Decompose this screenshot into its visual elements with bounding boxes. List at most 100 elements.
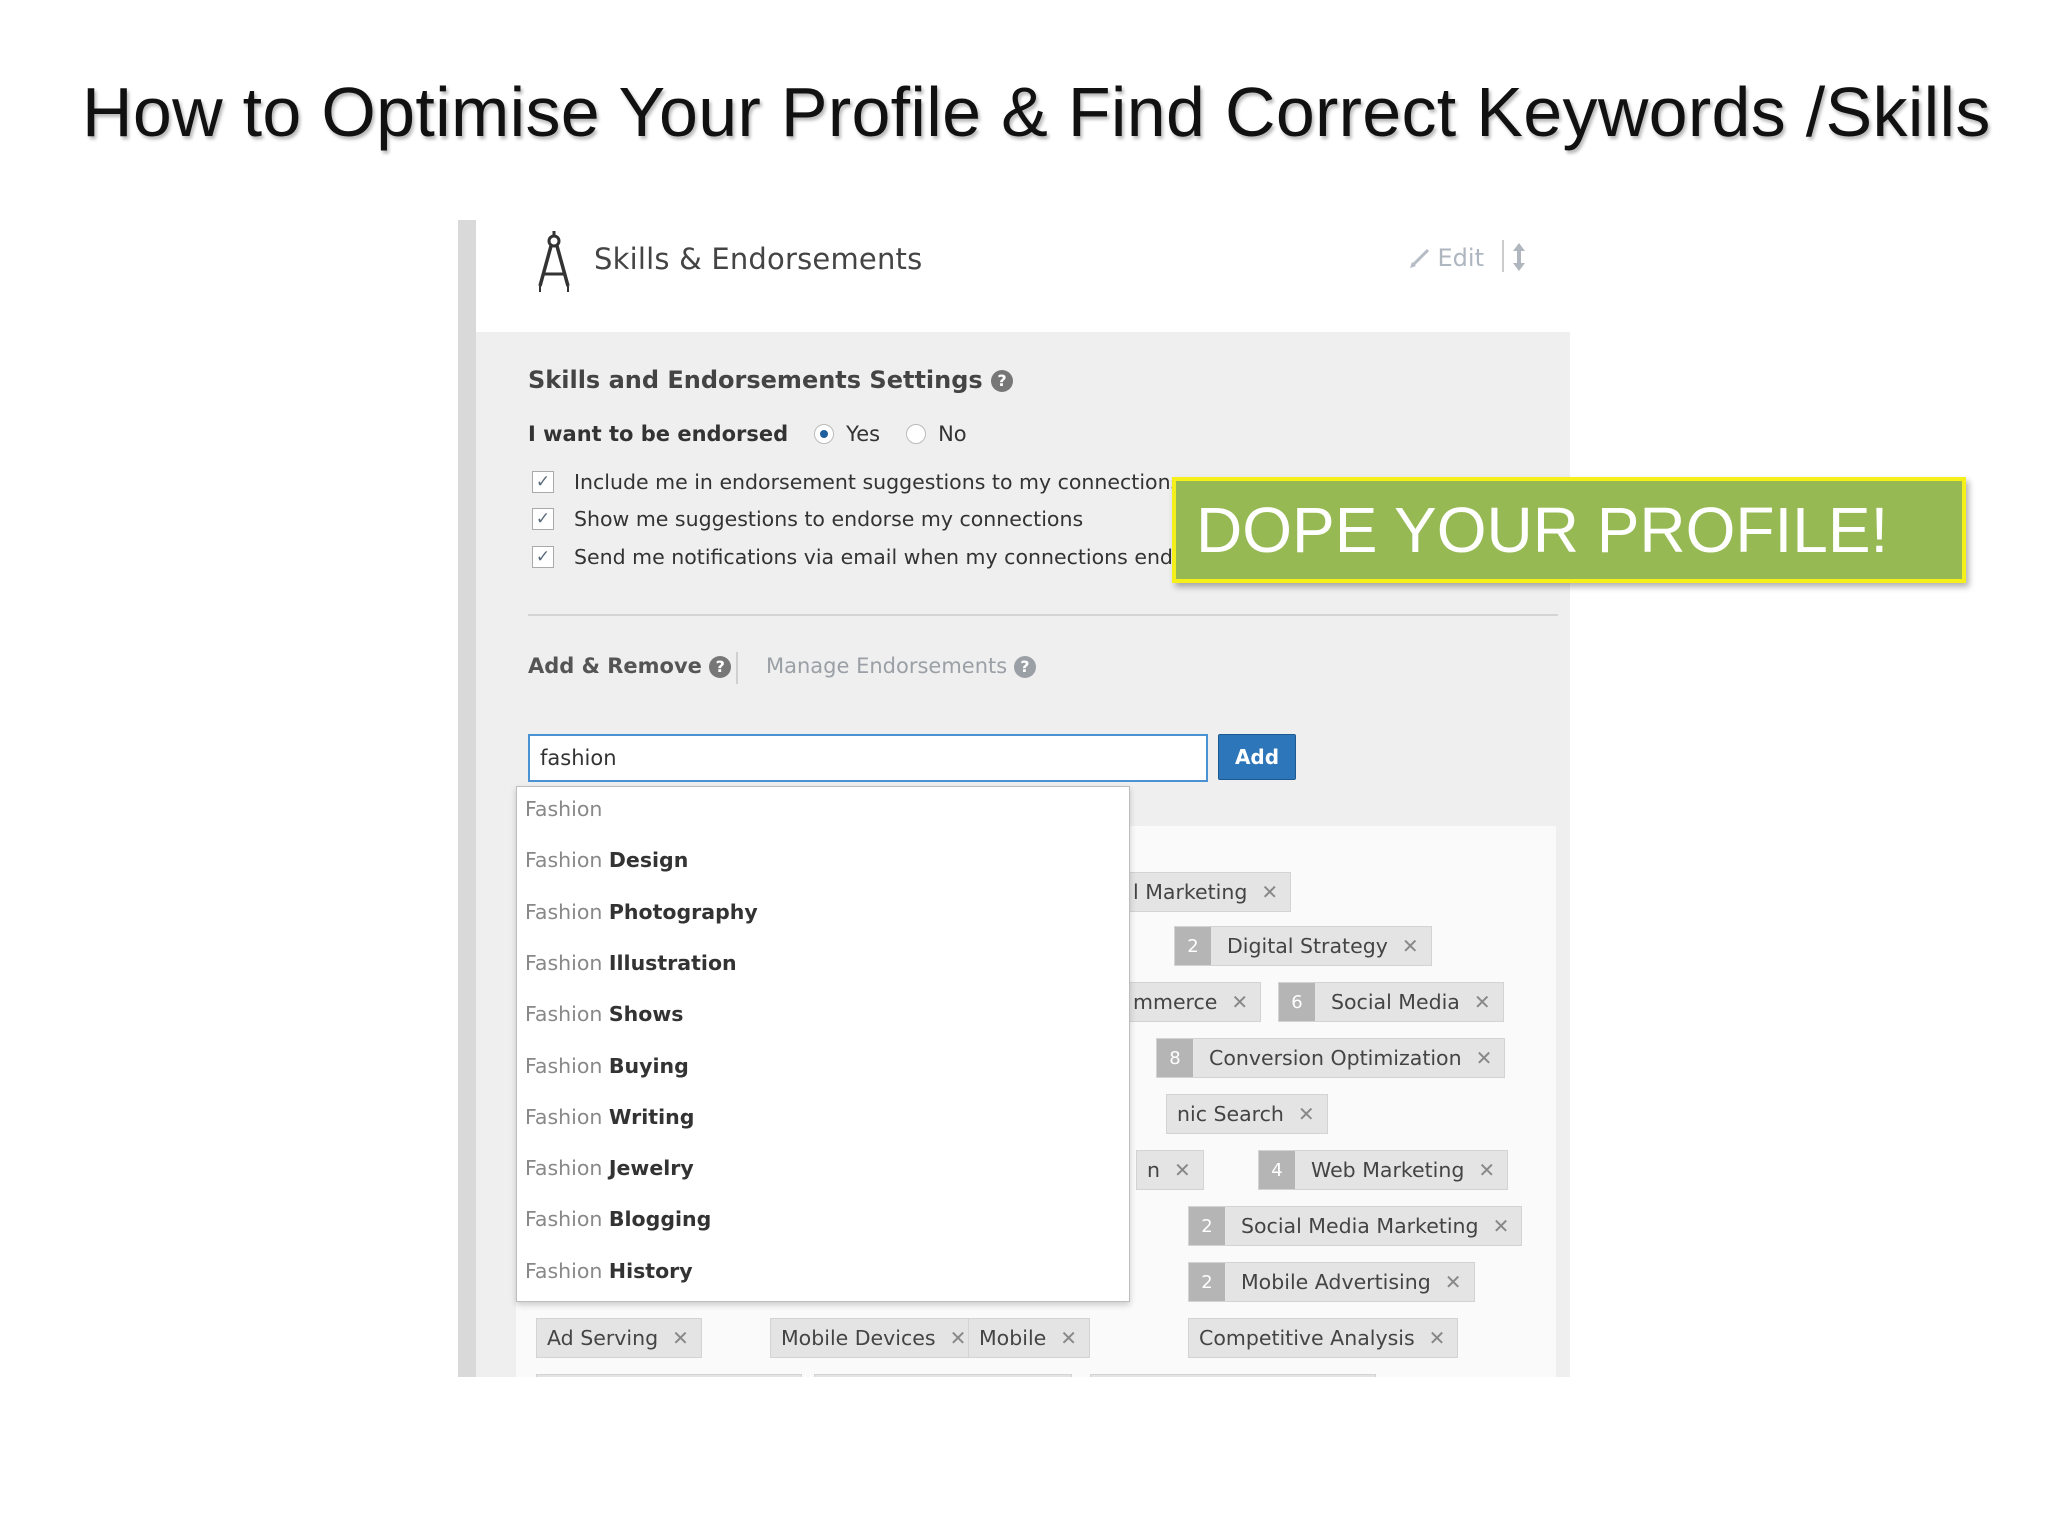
remove-icon[interactable]: ✕: [1429, 1326, 1446, 1350]
skill-name: Conversion Optimization: [1209, 1046, 1462, 1070]
suggestion-prefix: Fashion: [525, 1207, 609, 1232]
suggestion-item[interactable]: Fashion Blogging: [525, 1207, 711, 1231]
suggestion-prefix: Fashion: [525, 797, 603, 821]
endorsement-count: 4: [1259, 1151, 1295, 1189]
suggestion-item[interactable]: Fashion Illustration: [525, 951, 737, 975]
remove-icon[interactable]: ✕: [1493, 1214, 1510, 1238]
endorsement-count: 6: [1279, 983, 1315, 1021]
remove-icon[interactable]: ✕: [1445, 1270, 1462, 1294]
suggestion-suffix: Shows: [608, 1002, 684, 1027]
skill-name: Mobile Devices: [781, 1326, 936, 1350]
suggestion-suffix: Buying: [608, 1053, 689, 1078]
remove-icon[interactable]: ✕: [1060, 1326, 1077, 1350]
add-skill-button[interactable]: Add: [1218, 734, 1296, 780]
remove-icon[interactable]: ✕: [1476, 1046, 1493, 1070]
skill-name: Web Marketing: [1311, 1158, 1465, 1182]
endorsement-count: 2: [1175, 927, 1211, 965]
skill-pill[interactable]: n ✕: [1136, 1150, 1204, 1190]
no-radio[interactable]: [906, 424, 927, 444]
skill-pill[interactable]: Targeted Advertising✕: [536, 1374, 803, 1377]
suggestion-prefix: Fashion: [525, 848, 609, 873]
skill-pill[interactable]: 6 Social Media ✕: [1278, 982, 1504, 1022]
suggestion-item[interactable]: Fashion: [525, 797, 602, 821]
skill-pill[interactable]: Competitive Analysis ✕: [1188, 1318, 1459, 1358]
yes-label: Yes: [846, 422, 881, 446]
skill-pill[interactable]: Ad Serving ✕: [536, 1318, 702, 1358]
skill-pill[interactable]: 4 Web Marketing ✕: [1258, 1150, 1509, 1190]
suggestion-item[interactable]: Fashion Writing: [525, 1105, 694, 1129]
skill-pill[interactable]: mmerce ✕: [1122, 982, 1262, 1022]
slide-title: How to Optimise Your Profile & Find Corr…: [82, 73, 1991, 151]
header-divider: [1502, 240, 1504, 272]
skill-name: n: [1147, 1158, 1160, 1182]
skill-pill[interactable]: Mobile Devices ✕: [770, 1318, 980, 1358]
skill-pill[interactable]: nic Search ✕: [1166, 1094, 1328, 1134]
suggestion-suffix: Design: [608, 848, 689, 873]
skill-pill[interactable]: Demand Side Platform✕: [1090, 1374, 1376, 1377]
suggestion-item[interactable]: Fashion Shows: [525, 1002, 684, 1026]
checkbox-row: ✓ Send me notifications via email when m…: [532, 545, 1205, 569]
remove-icon[interactable]: ✕: [1231, 990, 1248, 1014]
skill-pill[interactable]: Performance Tuning✕: [814, 1374, 1073, 1377]
suggestion-item[interactable]: Fashion Jewelry: [525, 1156, 694, 1180]
settings-title-text: Skills and Endorsements Settings: [528, 366, 983, 394]
skill-search-input[interactable]: [528, 734, 1208, 782]
skill-pill[interactable]: 2 Digital Strategy ✕: [1174, 926, 1432, 966]
skill-name: Social Media: [1331, 990, 1460, 1014]
tab-divider: [736, 652, 738, 684]
remove-icon[interactable]: ✕: [1478, 1158, 1495, 1182]
yes-radio[interactable]: [814, 424, 835, 444]
tab-add-remove-label: Add & Remove: [528, 654, 702, 678]
remove-icon[interactable]: ✕: [1174, 1158, 1191, 1182]
autocomplete-dropdown: Fashion Fashion Design Fashion Photography…: [516, 786, 1130, 1302]
show-suggestions-checkbox[interactable]: ✓: [532, 508, 554, 530]
remove-icon[interactable]: ✕: [1474, 990, 1491, 1014]
settings-title: Skills and Endorsements Settings ?: [528, 366, 1014, 394]
tab-add-remove[interactable]: Add & Remove ?: [528, 654, 732, 678]
remove-icon[interactable]: ✕: [950, 1326, 967, 1350]
suggestion-suffix: Illustration: [608, 950, 737, 975]
endorse-label: I want to be endorsed: [528, 422, 789, 446]
help-icon[interactable]: ?: [1013, 656, 1036, 678]
edit-link[interactable]: Edit: [1408, 244, 1484, 272]
tab-manage-label: Manage Endorsements: [766, 654, 1008, 678]
remove-icon[interactable]: ✕: [1261, 880, 1278, 904]
remove-icon[interactable]: ✕: [1402, 934, 1419, 958]
section-divider: [528, 614, 1558, 616]
suggestion-item[interactable]: Fashion Design: [525, 848, 688, 872]
help-icon[interactable]: ?: [709, 656, 732, 678]
suggestion-suffix: Jewelry: [608, 1156, 694, 1181]
remove-icon[interactable]: ✕: [1298, 1102, 1315, 1126]
endorsement-count: 8: [1157, 1039, 1193, 1077]
skill-pill[interactable]: l Marketing ✕: [1122, 872, 1292, 912]
remove-icon[interactable]: ✕: [672, 1326, 689, 1350]
email-notifications-checkbox[interactable]: ✓: [532, 546, 554, 568]
endorsement-count: 2: [1189, 1263, 1225, 1301]
suggestion-suffix: Blogging: [608, 1207, 712, 1232]
include-suggestions-checkbox[interactable]: ✓: [532, 471, 554, 493]
help-icon[interactable]: ?: [991, 370, 1014, 392]
skill-name: Ad Serving: [547, 1326, 659, 1350]
skill-pill[interactable]: Mobile ✕: [968, 1318, 1091, 1358]
suggestion-item[interactable]: Fashion Photography: [525, 900, 758, 924]
suggestion-prefix: Fashion: [525, 1053, 609, 1078]
suggestion-suffix: Writing: [608, 1104, 695, 1129]
tab-manage-endorsements[interactable]: Manage Endorsements ?: [766, 654, 1036, 678]
panel-title: Skills & Endorsements: [594, 242, 923, 276]
suggestion-suffix: History: [608, 1258, 693, 1283]
skill-pill[interactable]: 8 Conversion Optimization ✕: [1156, 1038, 1506, 1078]
suggestion-prefix: Fashion: [525, 1104, 609, 1129]
compass-icon: [538, 231, 570, 292]
skill-name: Mobile Advertising: [1241, 1270, 1431, 1294]
skill-name: Competitive Analysis: [1199, 1326, 1415, 1350]
suggestion-item[interactable]: Fashion History: [525, 1259, 693, 1283]
skill-name: Digital Strategy: [1227, 934, 1388, 958]
checkbox-label: Show me suggestions to endorse my connec…: [574, 507, 1084, 531]
reorder-handle-icon[interactable]: [1512, 242, 1526, 272]
skill-pill[interactable]: 2 Mobile Advertising ✕: [1188, 1262, 1475, 1302]
checkbox-label: Include me in endorsement suggestions to…: [574, 470, 1182, 494]
suggestion-item[interactable]: Fashion Buying: [525, 1054, 689, 1078]
skill-pill[interactable]: 2 Social Media Marketing ✕: [1188, 1206, 1523, 1246]
suggestion-prefix: Fashion: [525, 1258, 609, 1283]
skill-name: nic Search: [1177, 1102, 1284, 1126]
